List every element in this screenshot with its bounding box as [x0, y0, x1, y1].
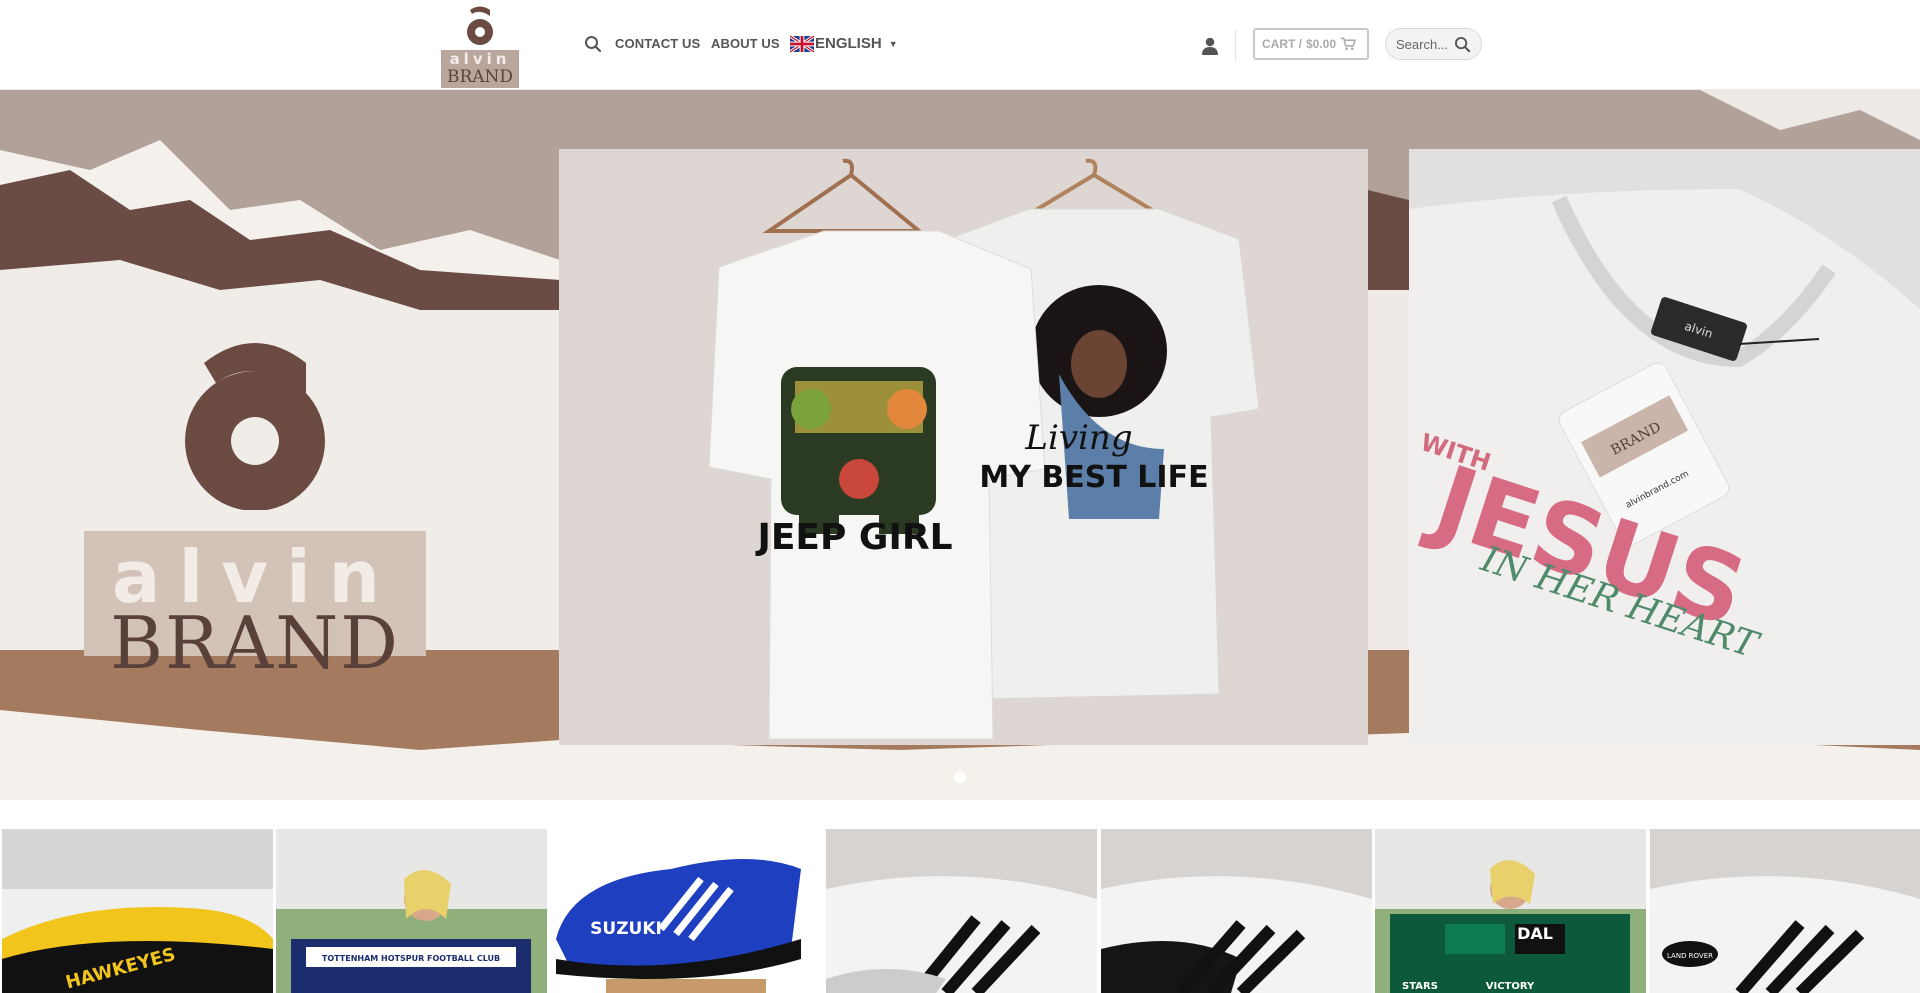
- logo-word-top: alvin: [449, 50, 511, 68]
- search-field[interactable]: [1385, 28, 1482, 60]
- nav-contact-us[interactable]: CONTACT US: [615, 36, 700, 52]
- print-tottenham: TOTTENHAM HOTSPUR FOOTBALL CLUB: [322, 954, 500, 963]
- search-input[interactable]: [1396, 36, 1454, 52]
- print-stars: STARS: [1402, 981, 1438, 992]
- print-dal: DAL: [1517, 924, 1553, 943]
- language-label: ENGLISH: [815, 35, 882, 52]
- product-image-hawkeyes: HAWKEYES: [2, 829, 273, 993]
- brand-a-mark: [185, 343, 325, 510]
- product-image-suzuki: SUZUKI: [551, 829, 822, 993]
- user-icon[interactable]: [1200, 36, 1220, 56]
- logo-word-bottom: BRAND: [446, 67, 514, 87]
- product-card[interactable]: HAWKEYES: [2, 829, 273, 993]
- hero-slider: alvin BRAND JEEP GIRL Living MY BEST LIF…: [0, 90, 1920, 800]
- uk-flag-icon: [790, 35, 814, 53]
- product-card[interactable]: TOTTENHAM HOTSPUR FOOTBALL CLUB: [276, 829, 547, 993]
- print-land-rover: LAND ROVER: [1667, 952, 1713, 960]
- cart-button[interactable]: CART / $0.00: [1253, 28, 1369, 60]
- shirt-text-jeep-girl: JEEP GIRL: [754, 517, 952, 558]
- language-selector[interactable]: ENGLISH ▼: [790, 34, 898, 54]
- product-image-stripe-shoe-2: [1101, 829, 1372, 993]
- hero-brand-logo: alvin BRAND: [84, 335, 426, 690]
- print-victory: VICTORY: [1486, 981, 1535, 992]
- product-image-land-rover: LAND ROVER: [1650, 829, 1920, 993]
- site-header: alvin BRAND CONTACT US ABOUT US ENGLISH …: [0, 0, 1920, 90]
- site-logo[interactable]: alvin BRAND: [440, 4, 520, 88]
- jeep-graphic: [781, 367, 936, 534]
- product-card[interactable]: [1101, 829, 1372, 993]
- product-image-dallas-stars: DAL STARS VICTORY: [1375, 829, 1646, 993]
- product-card[interactable]: [826, 829, 1097, 993]
- nav-about-us[interactable]: ABOUT US: [711, 36, 780, 52]
- cart-icon: [1341, 37, 1357, 50]
- folded-shirt-photo: alvin BRAND alvinbrand.com WITH JESUS IN…: [1409, 149, 1920, 745]
- print-suzuki: SUZUKI: [590, 919, 662, 939]
- cart-amount: $0.00: [1306, 37, 1337, 51]
- hero-brand-word-bottom: BRAND: [110, 601, 400, 685]
- shirt-text-my-best-life: MY BEST LIFE: [979, 460, 1208, 495]
- cart-label: CART /: [1262, 37, 1302, 51]
- logo-a-mark: [440, 4, 520, 48]
- tshirts-photo: JEEP GIRL Living MY BEST LIFE: [559, 149, 1368, 745]
- product-card[interactable]: SUZUKI: [551, 829, 822, 993]
- product-image-stripe-shoe-1: [826, 829, 1097, 993]
- product-strip: HAWKEYES TOTTENHAM HOTSPUR FOOTBALL CLUB…: [0, 829, 1920, 993]
- hero-slide-tshirts[interactable]: JEEP GIRL Living MY BEST LIFE: [559, 149, 1368, 745]
- header-divider: [1235, 30, 1236, 60]
- slider-dot-active[interactable]: [954, 771, 966, 783]
- search-icon[interactable]: [584, 35, 602, 53]
- product-card[interactable]: LAND ROVER: [1650, 829, 1920, 993]
- product-card[interactable]: DAL STARS VICTORY: [1375, 829, 1646, 993]
- search-icon[interactable]: [1454, 36, 1471, 53]
- product-image-tottenham: TOTTENHAM HOTSPUR FOOTBALL CLUB: [276, 829, 547, 993]
- caret-down-icon: ▼: [888, 39, 898, 49]
- hero-slide-jesus-shirt[interactable]: alvin BRAND alvinbrand.com WITH JESUS IN…: [1409, 149, 1920, 745]
- shirt-text-living: Living: [1024, 418, 1132, 458]
